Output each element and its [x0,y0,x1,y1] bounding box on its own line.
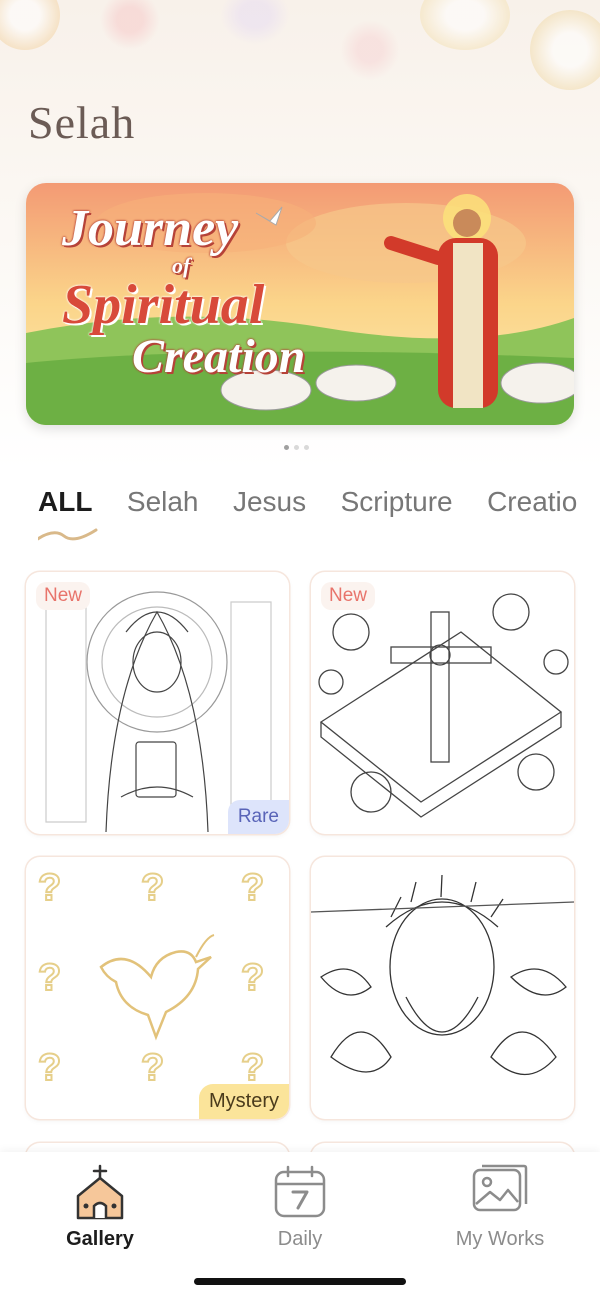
banner-title-line4: Creation [132,330,306,383]
pagination-dot[interactable] [304,445,309,450]
mystery-card[interactable]: ? ? ? ? ? ? ? ? Mystery [26,857,289,1119]
app-logo: Selah [28,96,135,149]
pagination-dot[interactable] [284,445,289,450]
gallery-image-icon [470,1162,530,1222]
banner-title: Journey of Spiritual Creation [62,203,332,381]
nav-my-works[interactable]: My Works [425,1162,575,1251]
jesus-crown-thorns-line-art [311,874,574,1076]
banner-pagination [284,445,309,450]
question-mark-icon: ? [140,1046,165,1090]
tab-scripture[interactable]: Scripture [341,486,453,518]
question-mark-icon: ? [240,866,265,910]
question-mark-icon: ? [240,956,265,1000]
nav-daily[interactable]: Daily [225,1162,375,1251]
artwork-card[interactable] [311,857,574,1119]
tab-creation[interactable]: Creatio [487,486,577,518]
bottom-nav: Gallery Daily My Works [0,1152,600,1299]
question-mark-icon: ? [37,956,62,1000]
tab-all-label: ALL [38,486,93,517]
featured-banner[interactable]: Journey of Spiritual Creation [26,183,574,425]
app-logo-text: Selah [28,97,136,148]
new-badge: New [321,582,376,610]
tab-underline-squiggle [38,528,98,541]
dove-icon [99,934,215,1041]
nav-gallery[interactable]: Gallery [25,1162,175,1251]
nav-gallery-label: Gallery [66,1228,134,1250]
rare-badge: Rare [227,800,289,834]
question-mark-icon: ? [140,866,165,910]
home-indicator[interactable] [194,1278,406,1285]
tab-all[interactable]: ALL [38,486,98,541]
tab-selah[interactable]: Selah [127,486,199,518]
new-badge: New [36,582,91,610]
calendar-icon [270,1162,330,1222]
mystery-badge: Mystery [199,1084,289,1119]
mary-line-art [45,591,272,833]
banner-title-line3: Spiritual [62,274,265,336]
nav-daily-label: Daily [277,1228,323,1250]
category-tabs: ALL Selah Jesus Scripture Creatio [38,486,600,546]
question-mark-icon: ? [37,1046,62,1090]
nav-my-works-label: My Works [455,1228,545,1250]
banner-title-line1: Journey [62,200,239,257]
church-icon [70,1162,130,1222]
question-mark-icon: ? [37,866,62,910]
pagination-dot[interactable] [294,445,299,450]
artwork-card[interactable]: New [311,572,574,834]
tab-jesus[interactable]: Jesus [233,486,306,518]
artwork-card[interactable]: New Rare [26,572,289,834]
cross-bible-line-art [318,593,569,818]
